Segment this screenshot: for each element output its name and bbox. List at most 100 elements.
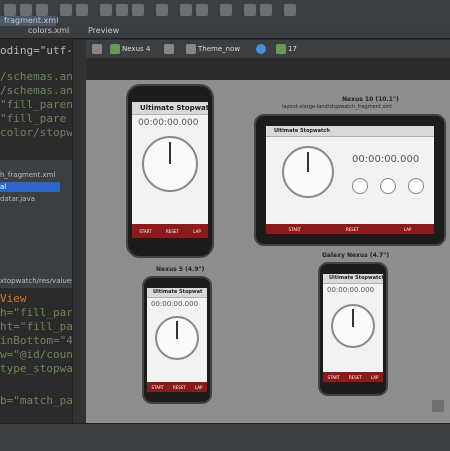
globe-icon[interactable] [256,44,266,54]
avd-manager-icon[interactable] [260,4,272,16]
lap-button[interactable]: LAP [193,229,200,234]
button-bar: START RESET LAP [266,224,434,234]
code-line: color/stopw [0,126,72,139]
device-selector[interactable]: Nexus 4 [122,43,150,55]
phone-screen: Ultimate Stopwatch 00:00:00.000 START RE… [323,274,383,382]
start-button[interactable]: START [152,385,164,390]
tablet-screen: Ultimate Stopwatch 00:00:00.000 START RE… [266,126,434,234]
dial-hand [169,142,171,164]
phone-screen: Ultimate Stopwat 00:00:00.000 START RESE… [147,288,207,392]
phone-screen: Ultimate Stopwatch 00:00:00.000 START RE… [132,102,208,238]
galaxy-nexus-frame: Ultimate Stopwatch 00:00:00.000 START RE… [318,262,388,396]
api-selector[interactable]: 17 [288,43,297,55]
code-line: b="match_pa [0,394,72,407]
device-icon[interactable] [110,44,120,54]
palette-icon[interactable] [92,44,102,54]
dial-hand [352,309,354,327]
stopwatch-dial [142,136,198,192]
code-editor[interactable]: oding="utf- /schemas.an /schemas.and "fi… [0,40,72,160]
code-line: w="@id/coun [0,348,72,361]
android-icon[interactable] [276,44,286,54]
start-button[interactable]: START [139,229,151,234]
stopwatch-dial [282,146,334,198]
start-button[interactable]: START [289,227,301,232]
device-label: Nexus 10 (10.1") [342,96,399,103]
undo-icon[interactable] [60,4,72,16]
small-dial [408,178,424,194]
stopwatch-dial [331,304,375,348]
paste-icon[interactable] [132,4,144,16]
code-line: /schemas.and [0,84,72,97]
app-title: Ultimate Stopwatch [323,274,383,284]
build-icon[interactable] [180,4,192,16]
code-line: "fill_paren [0,98,72,111]
redo-icon[interactable] [76,4,88,16]
tree-item[interactable]: xtopwatch/res/values [0,276,72,286]
device-label: Galaxy Nexus (4.7") [322,252,390,259]
timer-display: 00:00:00.000 [327,286,375,294]
debug-icon[interactable] [220,4,232,16]
ide-toolbar [0,0,450,23]
code-line: /schemas.an [0,70,72,83]
reset-button[interactable]: RESET [166,229,179,234]
help-icon[interactable] [284,4,296,16]
small-dial [352,178,368,194]
tree-item[interactable]: datar.java [0,194,35,204]
app-title: Ultimate Stopwatch [132,102,208,115]
code-line: h="fill_paren [0,306,72,319]
timer-display: 00:00:00.000 [352,154,420,165]
nexus5-frame: Ultimate Stopwat 00:00:00.000 START RESE… [142,276,212,404]
editor-tabs: fragment.xml colors.xml Preview [0,16,450,39]
timer-display: 00:00:00.000 [151,300,199,308]
tree-item-selected[interactable]: al [0,182,60,192]
app-title: Ultimate Stopwatch [266,126,434,137]
theme-icon[interactable] [186,44,196,54]
cut-icon[interactable] [100,4,112,16]
editor-gutter [72,40,87,423]
button-bar: START RESET LAP [323,372,383,382]
code-editor-lower[interactable]: View h="fill_paren ht="fill_par inBottom… [0,288,72,423]
sdk-manager-icon[interactable] [244,4,256,16]
find-icon[interactable] [156,4,168,16]
copy-icon[interactable] [116,4,128,16]
lap-button[interactable]: LAP [404,227,411,232]
tab-preview[interactable]: Preview [84,24,123,38]
open-icon[interactable] [4,4,16,16]
dial-hand [176,321,178,339]
code-line: oding="utf- [0,44,72,57]
reset-button[interactable]: RESET [173,385,186,390]
save-icon[interactable] [20,4,32,16]
dial-hand [307,152,309,172]
preview-canvas: Ultimate Stopwatch 00:00:00.000 START RE… [86,80,450,423]
status-bar [0,423,450,451]
button-bar: START RESET LAP [147,382,207,392]
sync-icon[interactable] [36,4,48,16]
lap-button[interactable]: LAP [371,375,378,380]
code-line: inBottom="4 [0,334,72,347]
code-line: type_stopwat [0,362,72,375]
code-line: "fill_pare [0,112,67,125]
nexus4-frame: Ultimate Stopwatch 00:00:00.000 START RE… [126,84,214,258]
zoom-icon[interactable] [432,400,444,412]
code-line: ht="fill_par [0,320,72,333]
project-tree: h_fragment.xml al datar.java xtopwatch/r… [0,160,72,288]
orientation-icon[interactable] [164,44,174,54]
start-button[interactable]: START [328,375,340,380]
app-title: Ultimate Stopwat [147,288,207,298]
preview-toolbar: Nexus 4 Theme_now 17 [86,40,450,58]
theme-selector[interactable]: Theme_now [198,43,240,55]
lap-button[interactable]: LAP [195,385,202,390]
stopwatch-dial [155,316,199,360]
tab-colors-xml[interactable]: colors.xml [24,24,73,38]
button-bar: START RESET LAP [132,224,208,238]
device-label: Nexus 5 (4.9") [156,266,205,273]
nexus10-frame: Ultimate Stopwatch 00:00:00.000 START RE… [254,114,446,246]
timer-display: 00:00:00.000 [138,118,199,128]
device-sublabel: layout-xlarge-land/stopwatch_fragment.xm… [282,104,392,110]
code-line: View [0,292,27,305]
tree-item[interactable]: h_fragment.xml [0,170,55,180]
reset-button[interactable]: RESET [346,227,359,232]
small-dial [380,178,396,194]
run-icon[interactable] [196,4,208,16]
reset-button[interactable]: RESET [349,375,362,380]
